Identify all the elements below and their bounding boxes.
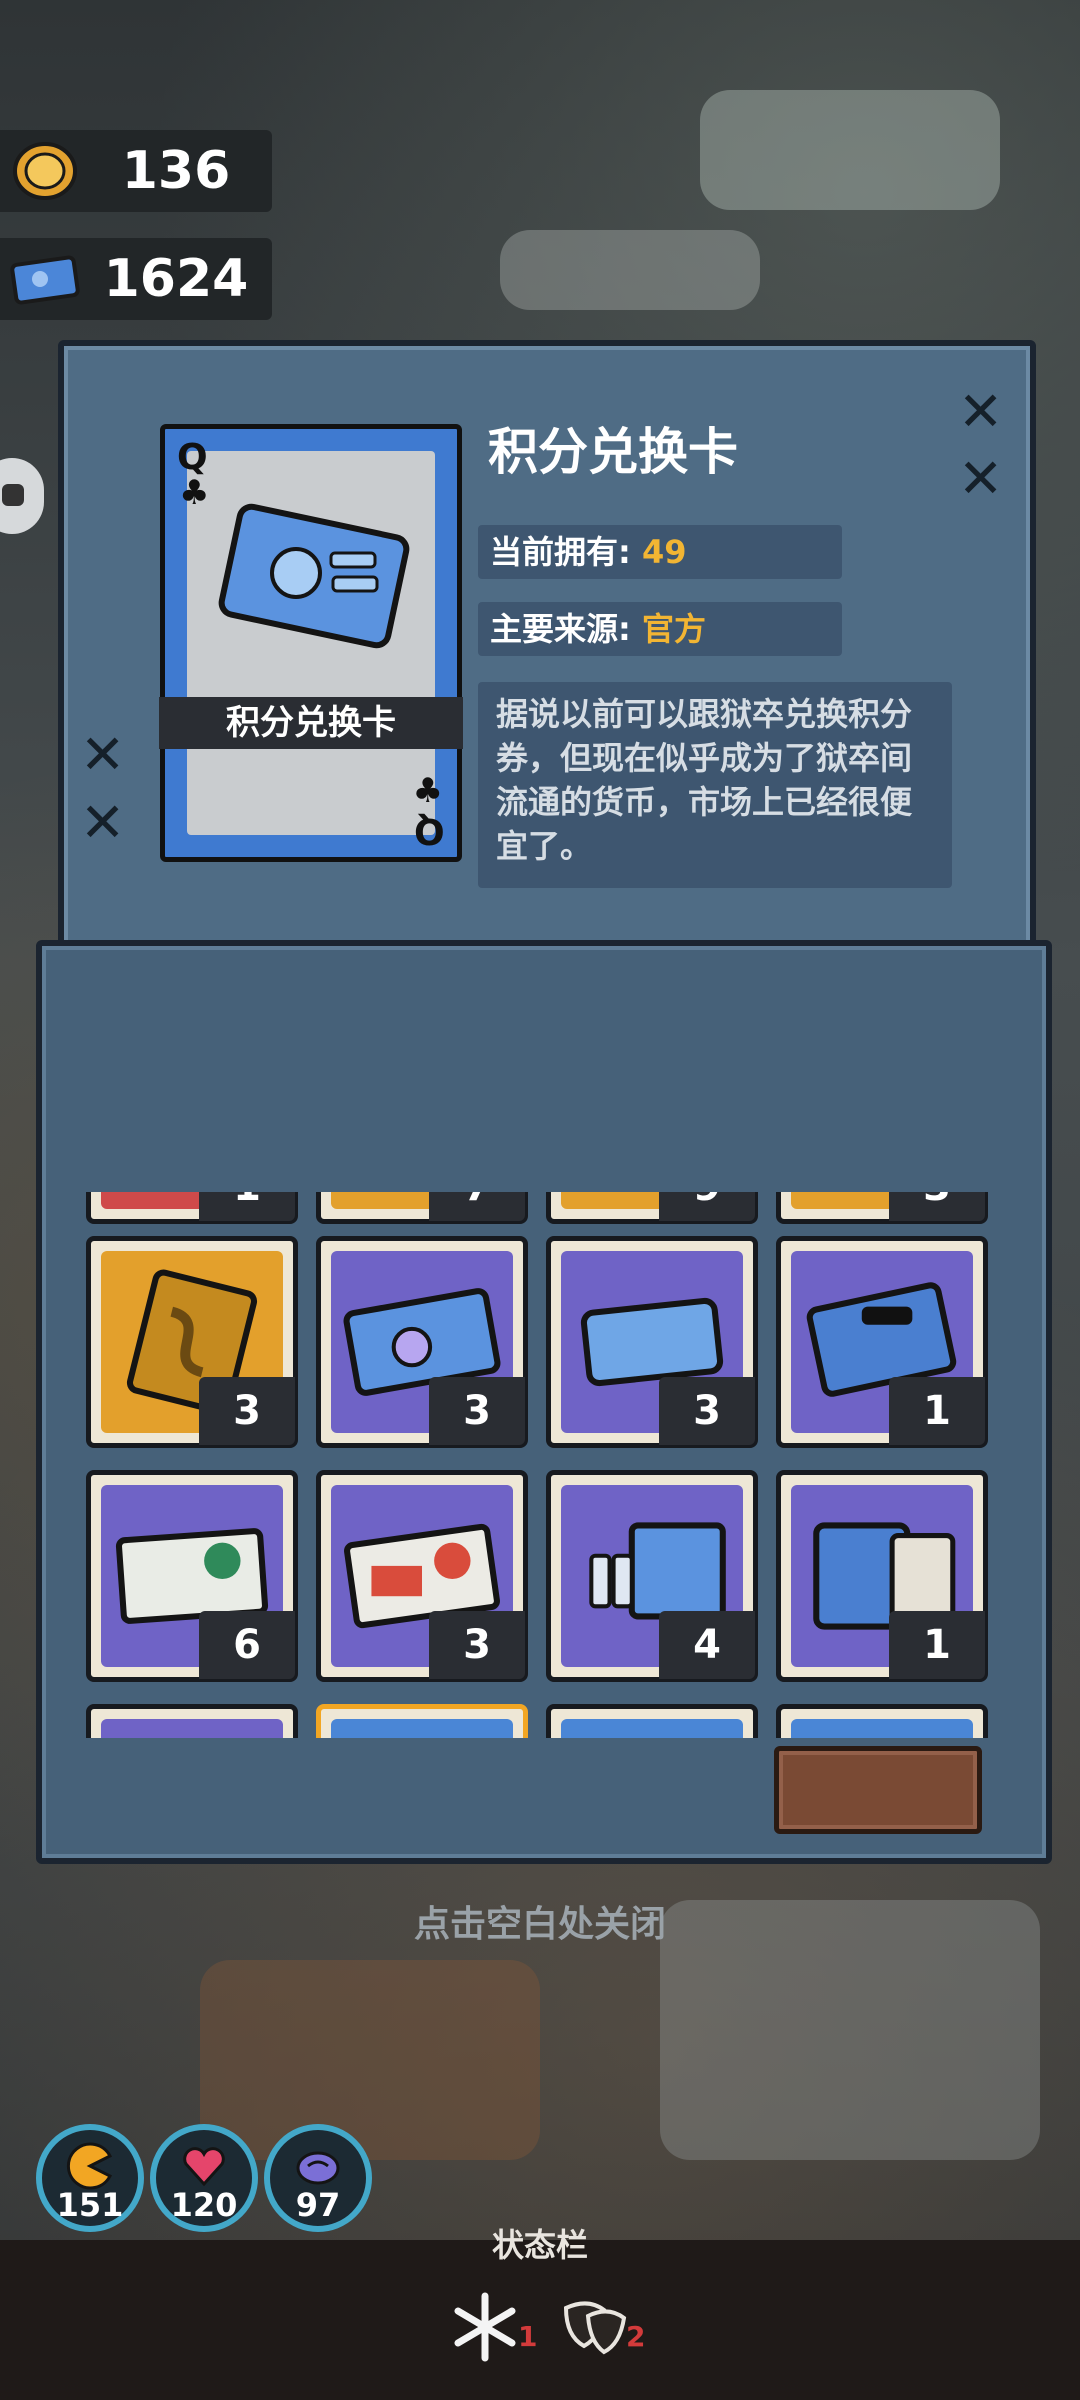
item-title: 积分兑换卡 — [488, 423, 738, 481]
inventory-slot[interactable]: 7 — [316, 1192, 528, 1224]
inventory-slot[interactable]: 3 — [776, 1192, 988, 1224]
slot-count: 1 — [889, 1611, 985, 1679]
source-label: 主要来源: — [490, 610, 631, 648]
slot-count: 7 — [429, 1192, 525, 1221]
item-description: 据说以前可以跟狱卒兑换积分券，但现在似乎成为了狱卒间流通的货币，市场上已经很便宜… — [478, 682, 952, 888]
tally-mark-icon: ✕ — [80, 723, 126, 786]
inventory-slot[interactable]: 3 — [316, 1470, 528, 1682]
card-rank-top: Q — [177, 437, 208, 478]
wood-action-button[interactable] — [774, 1746, 982, 1834]
drama-mask-count: 2 — [626, 2320, 646, 2353]
slot-count: 3 — [429, 1377, 525, 1445]
inventory-slot[interactable]: 4 — [546, 1470, 758, 1682]
inventory-slot-selected[interactable] — [316, 1704, 528, 1738]
hunger-value: 151 — [56, 2186, 124, 2224]
inventory-slot[interactable]: 3 — [86, 1236, 298, 1448]
owned-value: 49 — [641, 533, 687, 571]
coin-icon — [13, 142, 77, 200]
inventory-slot[interactable] — [86, 1704, 298, 1738]
snowflake-count: 1 — [518, 2320, 538, 2353]
slot-count: 1 — [889, 1377, 985, 1445]
tally-mark-icon: ✕ — [958, 380, 1004, 443]
ticket-value: 1624 — [103, 249, 249, 309]
owned-row: 当前拥有: 49 — [478, 525, 842, 579]
slot-background — [331, 1719, 513, 1738]
snowflake-icon[interactable] — [448, 2290, 522, 2364]
slot-count: 3 — [659, 1377, 755, 1445]
heart-icon — [183, 2147, 225, 2187]
card-suit-bottom: ♣ — [412, 771, 443, 811]
inventory-slot[interactable]: 3 — [546, 1236, 758, 1448]
slot-count: 3 — [199, 1377, 295, 1445]
source-row: 主要来源: 官方 — [478, 602, 842, 656]
brain-icon — [296, 2151, 340, 2185]
close-hint: 点击空白处关闭 — [413, 1904, 666, 1945]
ticket-icon — [10, 255, 80, 305]
inventory-slot[interactable]: 3 — [316, 1236, 528, 1448]
tally-mark-icon: ✕ — [958, 447, 1004, 510]
card-rank-bottom: Q — [414, 810, 445, 851]
inventory-slot[interactable]: 1 — [86, 1192, 298, 1224]
inventory-slot[interactable]: 1 — [776, 1470, 988, 1682]
inventory-slot[interactable] — [776, 1704, 988, 1738]
slot-background — [791, 1719, 973, 1738]
slot-count: 3 — [889, 1192, 985, 1221]
card-label: 积分兑换卡 — [159, 697, 463, 749]
coin-counter: 136 — [0, 130, 272, 212]
inventory-slot[interactable]: 1 — [776, 1236, 988, 1448]
ticket-counter: 1624 — [0, 238, 272, 320]
drama-mask-icon[interactable] — [558, 2290, 632, 2364]
sanity-value: 97 — [295, 2186, 341, 2224]
owned-label: 当前拥有: — [490, 533, 631, 571]
tally-mark-icon: ✕ — [80, 791, 126, 854]
slot-count: 3 — [429, 1611, 525, 1679]
health-value: 120 — [170, 2186, 238, 2224]
chat-icon — [2, 484, 24, 506]
slot-count: 4 — [659, 1611, 755, 1679]
status-bar-title: 状态栏 — [491, 2226, 588, 2264]
inventory-grid[interactable]: 1 7 9 3 3 3 — [86, 1192, 996, 1738]
hunger-icon — [66, 2142, 113, 2190]
inventory-slot[interactable]: 9 — [546, 1192, 758, 1224]
health-stat[interactable]: 120 — [150, 2124, 258, 2232]
credit-exchange-card-icon — [218, 503, 410, 649]
inventory-slot[interactable]: 6 — [86, 1470, 298, 1682]
source-value: 官方 — [641, 610, 706, 648]
item-card-preview: Q ♣ 积分兑换卡 ♣ Q — [159, 424, 463, 862]
card-face — [187, 451, 435, 835]
card-suit-top: ♣ — [179, 473, 210, 513]
slot-background — [561, 1719, 743, 1738]
coin-value: 136 — [121, 141, 231, 201]
inventory-slot[interactable] — [546, 1704, 758, 1738]
slot-count: 6 — [199, 1611, 295, 1679]
sanity-stat[interactable]: 97 — [264, 2124, 372, 2232]
slot-background — [101, 1719, 283, 1738]
slot-count: 9 — [659, 1192, 755, 1221]
slot-count: 1 — [199, 1192, 295, 1221]
hunger-stat[interactable]: 151 — [36, 2124, 144, 2232]
